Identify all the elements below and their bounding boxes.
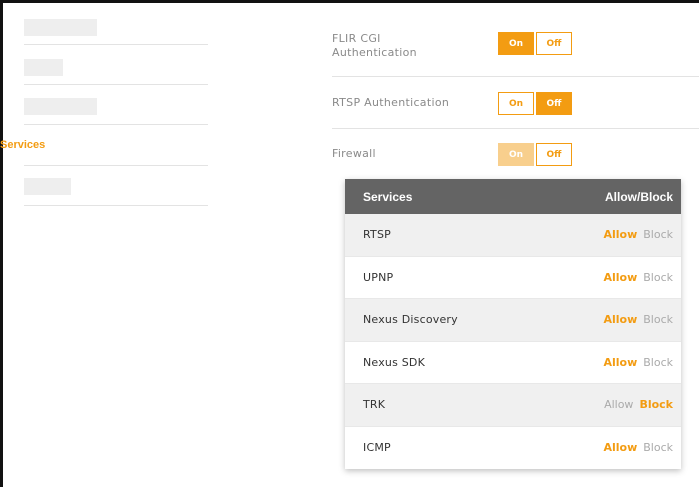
table-row: Nexus Discovery Allow Block <box>345 299 681 342</box>
firewall-off-button[interactable]: Off <box>536 143 572 166</box>
rtsp-auth-label: RTSP Authentication <box>332 96 450 109</box>
firewall-on-button[interactable]: On <box>498 143 534 166</box>
block-option[interactable]: Block <box>643 313 673 326</box>
service-name: Nexus SDK <box>363 355 425 369</box>
allow-option[interactable]: Allow <box>603 441 637 454</box>
allow-option[interactable]: Allow <box>603 271 637 284</box>
service-name: RTSP <box>363 228 391 242</box>
service-name: ICMP <box>363 441 391 455</box>
settings-divider <box>332 76 699 77</box>
firewall-label: Firewall <box>332 147 376 160</box>
rtsp-auth-toggle: On Off <box>498 92 572 115</box>
flir-cgi-auth-on-button[interactable]: On <box>498 32 534 55</box>
sidebar-item-placeholder-3[interactable] <box>24 98 97 115</box>
services-table-header: Services Allow/Block <box>345 179 681 214</box>
services-table: Services Allow/Block RTSP Allow Block UP… <box>345 179 681 469</box>
allow-block-choice: Allow Block <box>603 271 673 284</box>
sidebar-item-placeholder-1[interactable] <box>24 19 97 36</box>
allow-block-column-header: Allow/Block <box>604 189 673 204</box>
table-row: Nexus SDK Allow Block <box>345 342 681 384</box>
firewall-toggle: On Off <box>498 143 572 166</box>
sidebar-item-services[interactable]: Services <box>0 139 45 151</box>
service-name: TRK <box>363 398 386 412</box>
table-row: ICMP Allow Block <box>345 427 681 470</box>
sidebar-divider <box>24 124 208 125</box>
table-row: RTSP Allow Block <box>345 214 681 257</box>
block-option[interactable]: Block <box>643 441 673 454</box>
flir-cgi-auth-toggle: On Off <box>498 32 572 55</box>
allow-block-choice: Allow Block <box>604 398 673 411</box>
service-name: Nexus Discovery <box>363 313 458 327</box>
rtsp-auth-off-button[interactable]: Off <box>536 92 572 115</box>
block-option[interactable]: Block <box>643 228 673 241</box>
rtsp-auth-on-button[interactable]: On <box>498 92 534 115</box>
sidebar-item-placeholder-4[interactable] <box>24 178 71 195</box>
flir-cgi-auth-label: FLIR CGI Authentication <box>332 32 417 59</box>
block-option[interactable]: Block <box>643 356 673 369</box>
allow-option[interactable]: Allow <box>603 313 637 326</box>
table-row: TRK Allow Block <box>345 384 681 427</box>
sidebar-divider <box>24 84 208 85</box>
allow-block-choice: Allow Block <box>603 228 673 241</box>
allow-block-choice: Allow Block <box>603 313 673 326</box>
allow-option[interactable]: Allow <box>604 398 633 411</box>
sidebar-divider <box>24 165 208 166</box>
settings-divider <box>332 128 699 129</box>
sidebar-divider <box>24 205 208 206</box>
flir-cgi-auth-off-button[interactable]: Off <box>536 32 572 55</box>
service-name: UPNP <box>363 270 394 284</box>
allow-option[interactable]: Allow <box>603 228 637 241</box>
allow-block-choice: Allow Block <box>603 441 673 454</box>
services-column-header: Services <box>363 189 413 204</box>
sidebar-divider <box>24 44 208 45</box>
block-option[interactable]: Block <box>639 398 673 411</box>
table-row: UPNP Allow Block <box>345 257 681 299</box>
allow-option[interactable]: Allow <box>603 356 637 369</box>
allow-block-choice: Allow Block <box>603 356 673 369</box>
block-option[interactable]: Block <box>643 271 673 284</box>
sidebar-item-placeholder-2[interactable] <box>24 59 63 76</box>
